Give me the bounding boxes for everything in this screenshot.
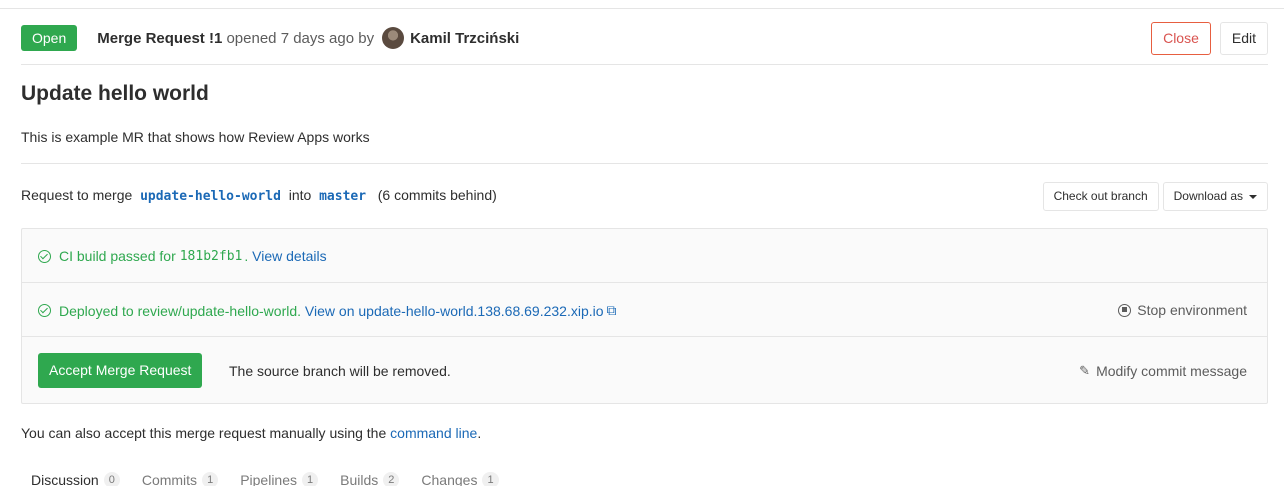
tab-discussion[interactable]: Discussion 0 [31, 472, 120, 486]
merge-request-branches: Request to merge update-hello-world into… [21, 187, 497, 204]
modify-commit-message-label: Modify commit message [1096, 363, 1247, 379]
description-divider [21, 163, 1268, 164]
target-branch[interactable]: master [319, 189, 366, 204]
tab-count: 1 [302, 472, 319, 486]
tab-count: 2 [383, 472, 400, 486]
merge-widget: CI build passed for 181b2fb1. View detai… [21, 228, 1268, 404]
ci-sha[interactable]: 181b2fb1 [180, 249, 243, 264]
status-badge: Open [21, 25, 78, 51]
tab-count: 0 [103, 472, 120, 486]
stop-environment-label: Stop environment [1137, 302, 1247, 318]
author-name[interactable]: Kamil Trzciński [410, 30, 519, 47]
external-link-icon[interactable]: ⧉ [607, 302, 617, 319]
accept-row: Accept Merge Request The source branch w… [22, 337, 1267, 403]
mr-label: Merge Request !1 [97, 29, 223, 47]
mr-meta: Merge Request !1 opened 7 days ago by Ka… [97, 27, 519, 49]
modify-commit-message-button[interactable]: ✎ Modify commit message [1079, 363, 1247, 379]
mr-header: Open Merge Request !1 opened 7 days ago … [21, 21, 1268, 55]
manual-merge-hint: You can also accept this merge request m… [21, 425, 482, 441]
check-out-branch-button[interactable]: Check out branch [1042, 182, 1159, 211]
close-button[interactable]: Close [1151, 21, 1211, 55]
header-actions: Close Edit [1151, 21, 1268, 55]
ci-text: CI build passed for [59, 248, 176, 264]
manual-text: You can also accept this merge request m… [21, 425, 387, 441]
edit-icon: ✎ [1079, 363, 1091, 378]
tab-pipelines[interactable]: Pipelines 1 [240, 472, 319, 486]
deploy-status: Deployed to review/update-hello-world. V… [38, 302, 617, 319]
stop-environment-button[interactable]: Stop environment [1118, 302, 1247, 318]
tab-changes[interactable]: Changes 1 [421, 472, 499, 486]
merge-prefix: Request to merge [21, 187, 133, 203]
view-details-link[interactable]: View details [252, 248, 326, 264]
tab-count: 1 [482, 472, 499, 486]
check-circle-icon [38, 304, 51, 317]
download-as-dropdown[interactable]: Download as [1162, 182, 1268, 211]
top-divider [0, 8, 1284, 9]
avatar[interactable] [382, 27, 405, 49]
opened-text: opened 7 days ago by [226, 29, 375, 47]
stop-icon [1118, 303, 1132, 317]
ci-status-row: CI build passed for 181b2fb1. View detai… [22, 229, 1267, 283]
deploy-text: Deployed to review/update-hello-world. [59, 302, 302, 319]
accept-merge-request-button[interactable]: Accept Merge Request [38, 353, 203, 388]
edit-button[interactable]: Edit [1219, 21, 1268, 55]
tab-commits[interactable]: Commits 1 [142, 472, 219, 486]
page-title: Update hello world [21, 82, 209, 105]
commits-behind: (6 commits behind) [377, 187, 497, 203]
tab-builds[interactable]: Builds 2 [340, 472, 400, 486]
environment-link[interactable]: View on update-hello-world.138.68.69.232… [305, 303, 604, 319]
command-line-link[interactable]: command line [390, 425, 477, 441]
into-text: into [288, 187, 312, 203]
ci-status: CI build passed for 181b2fb1. View detai… [38, 248, 327, 264]
mr-tabs: Discussion 0 Commits 1 Pipelines 1 Builds 2 … [31, 472, 499, 486]
header-divider [21, 64, 1268, 65]
source-branch[interactable]: update-hello-world [140, 189, 281, 204]
deploy-status-row: Deployed to review/update-hello-world. V… [22, 283, 1267, 337]
download-as-label: Download as [1173, 189, 1243, 203]
merge-actions: Check out branch Download as [1042, 182, 1268, 211]
check-circle-icon [38, 249, 51, 263]
tab-count: 1 [202, 472, 219, 486]
mr-description: This is example MR that shows how Review… [21, 129, 370, 145]
remove-source-branch-text: The source branch will be removed. [229, 363, 451, 379]
caret-down-icon [1249, 194, 1257, 199]
